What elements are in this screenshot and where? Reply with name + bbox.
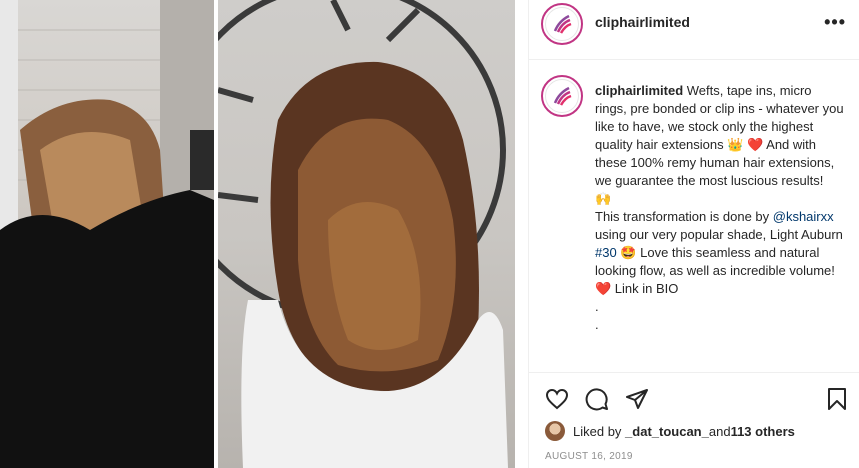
post-panel: cliphairlimited ••• cliphairlimited Weft…	[528, 0, 859, 468]
logo-icon	[553, 86, 572, 106]
starstruck-emoji: 🤩	[620, 245, 637, 260]
caption-section: cliphairlimited Wefts, tape ins, micro r…	[529, 70, 859, 370]
post-date[interactable]: AUGUST 16, 2019	[545, 451, 633, 462]
heart-icon[interactable]	[545, 387, 569, 411]
heart-emoji: ❤️	[595, 281, 612, 296]
media-gap	[515, 0, 528, 468]
header-username[interactable]: cliphairlimited	[595, 14, 690, 30]
post-media[interactable]	[0, 0, 528, 468]
likes-middle: and	[708, 423, 731, 439]
bookmark-icon[interactable]	[825, 387, 849, 411]
heart-emoji: ❤️	[747, 137, 764, 152]
liker-avatar[interactable]	[545, 421, 565, 441]
likes-summary: Liked by _dat_toucan_ and 113 others	[545, 420, 795, 442]
likes-prefix: Liked by	[573, 423, 622, 439]
account-avatar[interactable]	[541, 3, 583, 45]
hashtag-link[interactable]: #30	[595, 245, 617, 260]
crown-emoji: 👑	[727, 137, 744, 152]
post-header: cliphairlimited •••	[529, 0, 859, 60]
mention-link[interactable]: @kshairxx	[773, 209, 834, 224]
more-icon[interactable]: •••	[824, 12, 846, 33]
caption-part: using our very popular shade, Light Aubu…	[595, 227, 843, 242]
liker-username[interactable]: _dat_toucan_	[625, 424, 709, 439]
logo-icon	[553, 14, 572, 34]
caption-username[interactable]: cliphairlimited	[595, 83, 683, 98]
caption-part: This transformation is done by	[595, 209, 773, 224]
caption-text: cliphairlimited Wefts, tape ins, micro r…	[595, 82, 845, 334]
caption-avatar[interactable]	[541, 75, 583, 117]
caption-part: Link in BIO	[611, 281, 679, 296]
raised-hands-emoji: 🙌	[595, 191, 612, 206]
before-photo	[0, 0, 214, 468]
share-icon[interactable]	[625, 387, 649, 411]
caption-dot: .	[595, 317, 599, 332]
likes-count[interactable]: 113 others	[731, 424, 795, 439]
after-photo	[218, 0, 515, 468]
caption-dot: .	[595, 299, 599, 314]
action-bar: Liked by _dat_toucan_ and 113 others AUG…	[529, 372, 859, 468]
comment-icon[interactable]	[585, 387, 609, 411]
